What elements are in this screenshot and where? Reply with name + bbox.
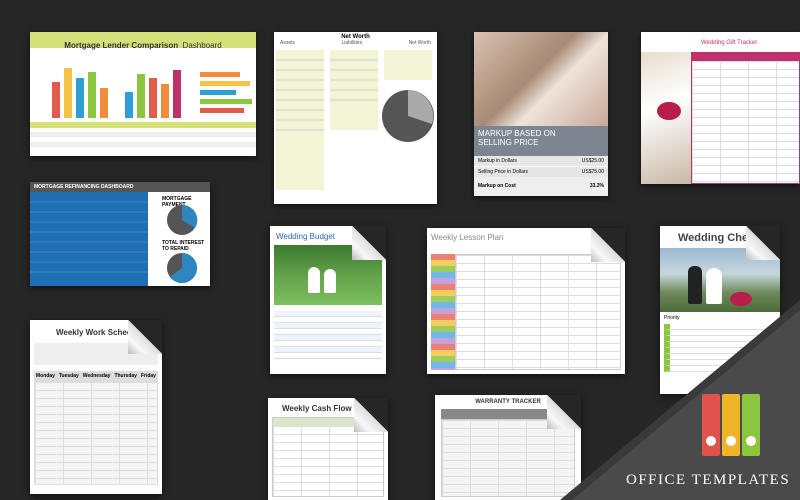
template-work-schedule[interactable]: Weekly Work Sched Monday Tuesday Wednesd…: [30, 320, 162, 494]
work-schedule-day-thursday: Thursday: [114, 373, 137, 379]
refinancing-table: [30, 192, 148, 286]
mortgage-comparison-charts: [30, 68, 256, 147]
net-worth-table-and-pie: [276, 50, 434, 190]
binders-icon: [702, 394, 760, 456]
markup-title-line2: SELLING PRICE: [478, 138, 539, 147]
refinancing-title: MORTGAGE REFINANCING DASHBOARD: [30, 182, 210, 192]
work-schedule-day-tuesday: Tuesday: [58, 373, 79, 379]
markup-row3-label: Markup on Cost: [478, 183, 516, 189]
wedding-budget-rows: [274, 311, 382, 359]
bouquet-icon: [657, 102, 681, 120]
template-cash-flow[interactable]: Weekly Cash Flow Pr: [268, 398, 388, 500]
markup-row2-label: Selling Price in Dollars: [478, 169, 529, 175]
markup-title-band: MARKUP BASED ON SELLING PRICE: [474, 126, 608, 156]
template-wedding-budget[interactable]: Wedding Budget: [270, 226, 386, 374]
markup-row1-label: Markup in Dollars: [478, 158, 517, 164]
markup-row1-value: US$25.00: [581, 158, 604, 164]
work-schedule-day-monday: Monday: [35, 373, 55, 379]
work-schedule-day-friday: Friday: [140, 373, 156, 379]
lesson-plan-color-column: [431, 254, 455, 370]
markup-title-line1: MARKUP BASED ON: [478, 129, 556, 138]
wedding-gift-table-header: [692, 53, 799, 61]
work-schedule-day-wednesday: Wednesday: [82, 373, 111, 379]
markup-photo: [474, 32, 608, 126]
warranty-grid: [441, 419, 575, 497]
template-markup[interactable]: MARKUP BASED ON SELLING PRICE Markup in …: [474, 32, 608, 196]
page-curl-icon: [746, 226, 780, 260]
work-schedule-grid: [34, 381, 158, 485]
wedding-gift-photo: [641, 52, 691, 184]
template-net-worth[interactable]: Net Worth Assets Liabilities Net Worth: [274, 32, 437, 204]
refinancing-interest-label: TOTAL INTEREST TO REPAID: [162, 240, 205, 252]
page-curl-icon: [352, 226, 386, 260]
template-refinancing[interactable]: MORTGAGE REFINANCING DASHBOARD MORTGAGE …: [30, 182, 210, 286]
page-curl-icon: [591, 228, 625, 262]
markup-row-3: Markup on Cost 33.3%: [474, 177, 608, 191]
template-mortgage-comparison[interactable]: Mortgage Lender Comparison Dashboard: [30, 32, 256, 156]
net-worth-header: Net Worth: [274, 32, 437, 40]
wedding-gift-table: [691, 52, 800, 184]
binder-yellow: [722, 394, 740, 456]
markup-row2-value: US$75.00: [581, 169, 604, 175]
office-templates-label: OFFICE TEMPLATES: [626, 472, 791, 488]
mortgage-comparison-header: Mortgage Lender Comparison Dashboard: [30, 32, 256, 50]
wedding-gift-title: Wedding Gift Tracker: [701, 40, 758, 46]
markup-row-2: Selling Price in Dollars US$75.00: [474, 167, 608, 177]
markup-row-1: Markup in Dollars US$25.00: [474, 156, 608, 167]
office-templates-badge: [560, 300, 800, 500]
template-wedding-gift[interactable]: Wedding Gift Tracker: [641, 32, 800, 184]
page-curl-icon: [128, 320, 162, 354]
page-curl-icon: [354, 398, 388, 432]
work-schedule-day-header: Monday Tuesday Wednesday Thursday Friday: [34, 371, 158, 381]
markup-row3-value: 33.3%: [589, 183, 604, 189]
binder-red: [702, 394, 720, 456]
binder-green: [742, 394, 760, 456]
